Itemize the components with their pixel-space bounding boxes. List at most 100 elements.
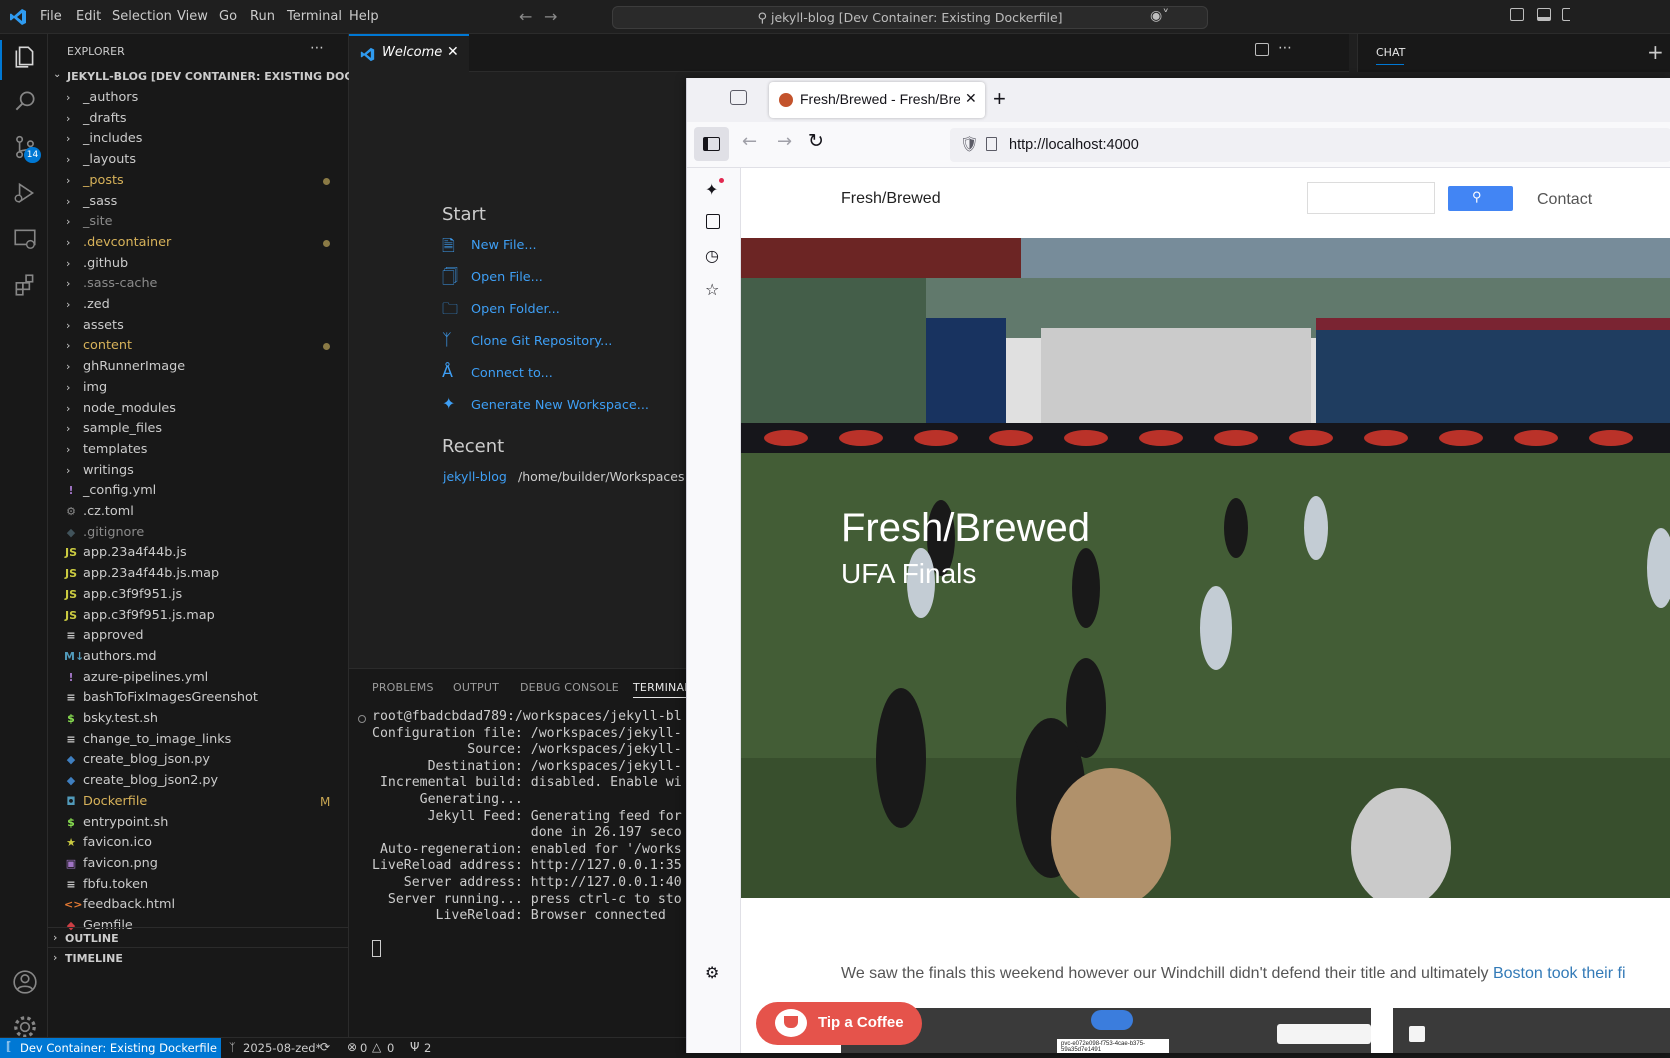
- folder-item[interactable]: › .github: [48, 253, 348, 275]
- menu-terminal[interactable]: Terminal: [287, 9, 342, 24]
- open-folder-link[interactable]: Open Folder...: [471, 302, 560, 317]
- connect-to-link[interactable]: Connect to...: [471, 366, 553, 381]
- history-icon[interactable]: ◷: [705, 246, 719, 265]
- remote-indicator[interactable]: ⟦ Dev Container: Existing Dockerfile: [0, 1038, 221, 1058]
- outline-section[interactable]: › OUTLINE: [48, 927, 348, 949]
- tab-overview-icon[interactable]: [730, 90, 747, 105]
- reload-icon[interactable]: ↻: [808, 130, 824, 152]
- tab-problems[interactable]: PROBLEMS: [372, 681, 434, 694]
- folder-item[interactable]: › _includes: [48, 128, 348, 150]
- file-item[interactable]: <> feedback.html: [48, 894, 348, 916]
- synced-tabs-icon[interactable]: [706, 214, 720, 229]
- folder-item[interactable]: › .devcontainer: [48, 232, 348, 254]
- file-item[interactable]: ≡ bashToFixImagesGreenshot: [48, 687, 348, 709]
- clone-git-link[interactable]: Clone Git Repository...: [471, 334, 612, 349]
- file-item[interactable]: ⚙ .cz.toml: [48, 501, 348, 523]
- folder-item[interactable]: › ghRunnerImage: [48, 356, 348, 378]
- file-item[interactable]: M↓ authors.md: [48, 646, 348, 668]
- menu-selection[interactable]: Selection: [112, 9, 172, 24]
- tab-output[interactable]: OUTPUT: [453, 681, 499, 694]
- menu-file[interactable]: File: [40, 9, 62, 24]
- file-item[interactable]: ◆ .gitignore: [48, 522, 348, 544]
- explorer-icon[interactable]: [12, 44, 38, 70]
- folder-item[interactable]: › sample_files: [48, 418, 348, 440]
- layout-secondary-icon[interactable]: [1562, 8, 1570, 21]
- ai-chatbot-icon[interactable]: ✦: [705, 180, 718, 199]
- search-icon[interactable]: [12, 88, 38, 114]
- layout-panel-icon[interactable]: [1537, 8, 1551, 21]
- file-item[interactable]: ≡ approved: [48, 625, 348, 647]
- open-file-link[interactable]: Open File...: [471, 270, 543, 285]
- workspace-root[interactable]: ⌄ JEKYLL-BLOG [DEV CONTAINER: EXISTING D…: [48, 66, 390, 88]
- file-item[interactable]: $ bsky.test.sh: [48, 708, 348, 730]
- folder-item[interactable]: › node_modules: [48, 398, 348, 420]
- file-item[interactable]: ◘ Dockerfile M: [48, 791, 348, 813]
- site-search-button[interactable]: ⚲: [1448, 186, 1513, 211]
- site-search-input[interactable]: [1307, 182, 1435, 214]
- sync-icon[interactable]: ⟳: [320, 1040, 330, 1054]
- folder-item[interactable]: › .zed: [48, 294, 348, 316]
- file-item[interactable]: ★ favicon.ico: [48, 832, 348, 854]
- timeline-section[interactable]: › TIMELINE: [48, 947, 348, 969]
- extensions-icon[interactable]: [12, 272, 38, 298]
- menu-help[interactable]: Help: [349, 9, 379, 24]
- bookmarks-star-icon[interactable]: ☆: [705, 280, 719, 299]
- forward-arrow-icon[interactable]: →: [544, 7, 557, 26]
- file-item[interactable]: $ entrypoint.sh: [48, 812, 348, 834]
- file-item[interactable]: ≡ change_to_image_links: [48, 729, 348, 751]
- account-icon[interactable]: [12, 969, 38, 995]
- add-icon[interactable]: +: [1647, 40, 1664, 64]
- contact-nav-link[interactable]: Contact: [1537, 191, 1592, 209]
- branch-label[interactable]: 2025-08-zed*: [243, 1041, 321, 1055]
- sidebar-toggle-button[interactable]: [694, 127, 729, 161]
- copilot-icon[interactable]: ◉˅: [1150, 8, 1169, 24]
- tab-debug-console[interactable]: DEBUG CONSOLE: [520, 681, 619, 694]
- folder-item[interactable]: › _authors: [48, 87, 348, 109]
- menu-view[interactable]: View: [177, 9, 208, 24]
- file-item[interactable]: ▣ favicon.png: [48, 853, 348, 875]
- file-item[interactable]: ◆ create_blog_json2.py: [48, 770, 348, 792]
- menu-run[interactable]: Run: [250, 9, 275, 24]
- file-item[interactable]: ≡ fbfu.token: [48, 874, 348, 896]
- remote-explorer-icon[interactable]: [12, 226, 38, 252]
- ports-count[interactable]: 2: [424, 1041, 431, 1055]
- tip-coffee-button[interactable]: Tip a Coffee: [756, 1002, 922, 1045]
- split-editor-icon[interactable]: [1255, 43, 1269, 56]
- folder-item[interactable]: › writings: [48, 460, 348, 482]
- back-arrow-icon[interactable]: ←: [519, 7, 532, 26]
- new-file-link[interactable]: New File...: [471, 238, 537, 253]
- forward-arrow-icon[interactable]: →: [777, 131, 792, 152]
- folder-item[interactable]: › _drafts: [48, 108, 348, 130]
- folder-item[interactable]: › assets: [48, 315, 348, 337]
- site-name-link[interactable]: Fresh/Brewed: [841, 190, 941, 208]
- chat-title[interactable]: CHAT: [1376, 46, 1405, 59]
- file-item[interactable]: ◆ create_blog_json.py: [48, 749, 348, 771]
- post-intro-link[interactable]: Boston took their fi: [1493, 965, 1626, 982]
- folder-item[interactable]: › _site: [48, 211, 348, 233]
- folder-item[interactable]: › _posts: [48, 170, 348, 192]
- close-icon[interactable]: ✕: [447, 44, 459, 60]
- generate-workspace-link[interactable]: Generate New Workspace...: [471, 398, 649, 413]
- run-debug-icon[interactable]: [12, 180, 38, 206]
- file-item[interactable]: JS app.23a4f44b.js: [48, 542, 348, 564]
- file-item[interactable]: ! azure-pipelines.yml: [48, 667, 348, 689]
- folder-item[interactable]: › _sass: [48, 191, 348, 213]
- more-actions-icon[interactable]: ⋯: [1278, 40, 1292, 56]
- settings-gear-icon[interactable]: ⚙: [705, 963, 719, 982]
- folder-item[interactable]: › templates: [48, 439, 348, 461]
- recent-workspace-link[interactable]: jekyll-blog: [443, 469, 507, 484]
- url-bar[interactable]: 🛡 http://localhost:4000: [950, 128, 1670, 162]
- tab-terminal[interactable]: TERMINAL: [633, 681, 691, 694]
- back-arrow-icon[interactable]: ←: [742, 131, 757, 152]
- menu-go[interactable]: Go: [219, 9, 237, 24]
- file-item[interactable]: JS app.23a4f44b.js.map: [48, 563, 348, 585]
- browser-tab[interactable]: Fresh/Brewed - Fresh/Bre ✕: [769, 82, 985, 118]
- folder-item[interactable]: › _layouts: [48, 149, 348, 171]
- layout-sidebar-icon[interactable]: [1510, 8, 1524, 21]
- new-tab-icon[interactable]: +: [993, 86, 1006, 112]
- command-center[interactable]: ⚲ jekyll-blog [Dev Container: Existing D…: [612, 6, 1208, 29]
- menu-edit[interactable]: Edit: [76, 9, 101, 24]
- more-actions-icon[interactable]: ⋯: [310, 40, 324, 56]
- folder-item[interactable]: › content: [48, 335, 348, 357]
- error-count[interactable]: 0: [360, 1041, 367, 1055]
